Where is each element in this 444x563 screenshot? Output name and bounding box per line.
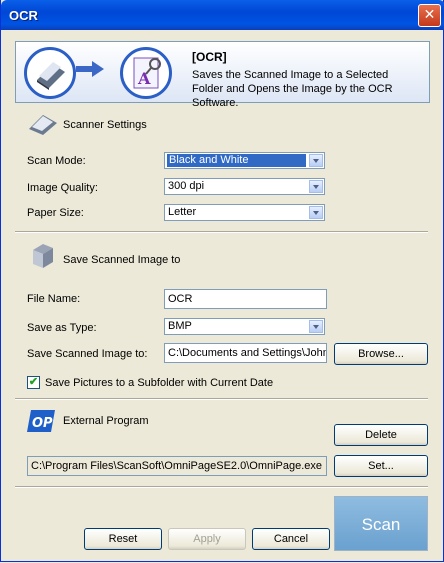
subfolder-label: Save Pictures to a Subfolder with Curren… bbox=[45, 377, 274, 389]
external-heading: External Program bbox=[63, 415, 149, 427]
paper-size-label: Paper Size: bbox=[27, 207, 84, 219]
save-heading: Save Scanned Image to bbox=[63, 254, 181, 266]
save-path-label: Save Scanned Image to: bbox=[27, 348, 148, 360]
delete-button[interactable]: Delete bbox=[334, 424, 428, 446]
scan-button[interactable]: Scan bbox=[334, 496, 428, 551]
divider bbox=[15, 231, 428, 233]
save-path-input[interactable]: C:\Documents and Settings\John bbox=[164, 343, 327, 363]
header-panel: A [OCR] Saves the Scanned Image to a Sel… bbox=[15, 41, 430, 109]
image-quality-value: 300 dpi bbox=[168, 180, 205, 192]
file-name-input[interactable]: OCR bbox=[164, 289, 327, 309]
file-name-label: File Name: bbox=[27, 293, 81, 305]
svg-text:OP: OP bbox=[32, 416, 53, 431]
program-path-field: C:\Program Files\ScanSoft\OmniPageSE2.0\… bbox=[27, 456, 327, 476]
image-quality-select[interactable]: 300 dpi bbox=[164, 178, 325, 195]
chevron-down-icon[interactable] bbox=[309, 206, 323, 219]
window-title: OCR bbox=[9, 8, 38, 23]
close-button[interactable]: ✕ bbox=[418, 4, 441, 27]
arrow-right-icon bbox=[76, 61, 104, 77]
image-quality-label: Image Quality: bbox=[27, 182, 98, 194]
omnipage-icon: OP bbox=[27, 408, 57, 434]
chevron-down-icon[interactable] bbox=[309, 154, 323, 167]
ocr-dialog: OCR ✕ A [OCR] Saves the Scanned Image to… bbox=[0, 0, 444, 562]
subfolder-checkbox[interactable]: ✔ bbox=[27, 376, 40, 389]
paper-size-select[interactable]: Letter bbox=[164, 204, 325, 221]
close-icon: ✕ bbox=[423, 7, 436, 23]
header-description: Saves the Scanned Image to a Selected Fo… bbox=[192, 69, 393, 109]
folder-icon bbox=[29, 240, 57, 270]
cancel-button[interactable]: Cancel bbox=[252, 528, 330, 550]
save-type-value: BMP bbox=[168, 320, 192, 332]
browse-button[interactable]: Browse... bbox=[334, 343, 428, 365]
reset-button[interactable]: Reset bbox=[84, 528, 162, 550]
scanner-settings-heading: Scanner Settings bbox=[63, 119, 147, 131]
ocr-icon: A bbox=[120, 47, 172, 99]
title-bar[interactable]: OCR ✕ bbox=[1, 0, 444, 30]
paper-size-value: Letter bbox=[168, 206, 197, 218]
scan-mode-value: Black and White bbox=[167, 154, 306, 167]
save-type-label: Save as Type: bbox=[27, 322, 97, 334]
chevron-down-icon[interactable] bbox=[309, 320, 323, 333]
divider bbox=[15, 398, 428, 400]
scan-mode-select[interactable]: Black and White bbox=[164, 152, 325, 169]
divider bbox=[15, 486, 428, 488]
set-button[interactable]: Set... bbox=[334, 455, 428, 477]
save-type-select[interactable]: BMP bbox=[164, 318, 325, 335]
chevron-down-icon[interactable] bbox=[309, 180, 323, 193]
apply-button[interactable]: Apply bbox=[168, 528, 246, 550]
scan-mode-label: Scan Mode: bbox=[27, 155, 86, 167]
scanner-settings-icon bbox=[27, 109, 59, 137]
header-title: [OCR] bbox=[192, 50, 227, 64]
scanner-icon bbox=[24, 47, 76, 99]
